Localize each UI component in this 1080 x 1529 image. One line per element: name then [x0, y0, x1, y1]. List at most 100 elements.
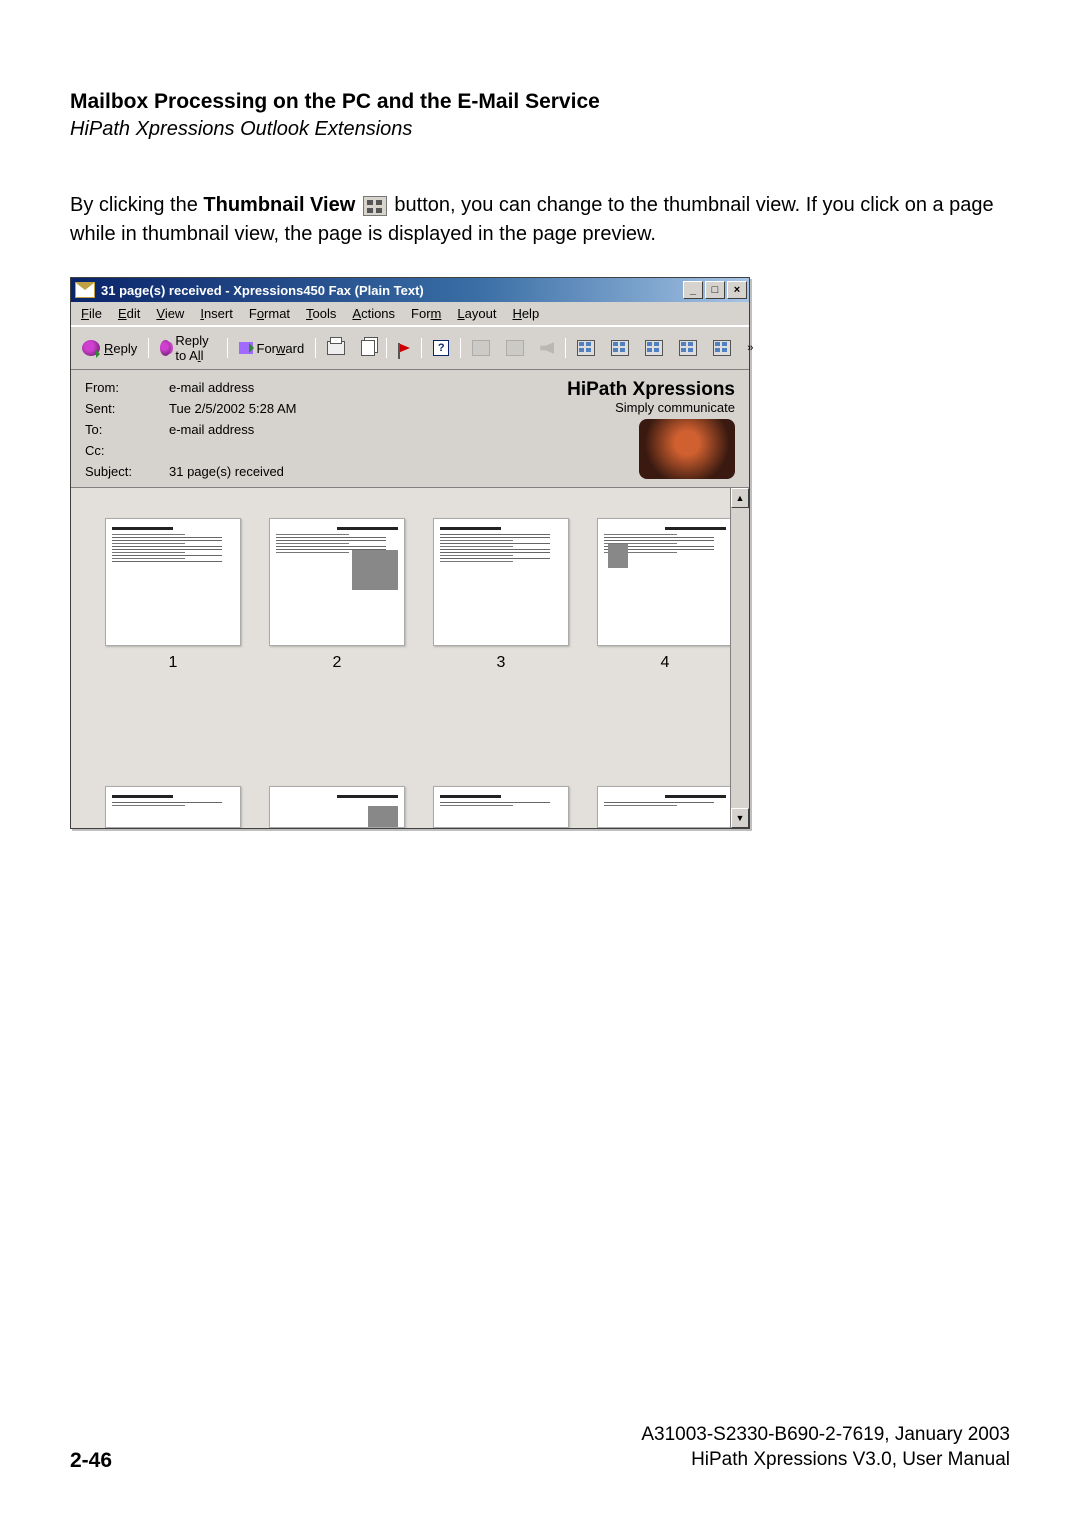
- copy-icon: [361, 340, 375, 356]
- page-thumbnail-4[interactable]: [597, 518, 733, 646]
- from-value: e-mail address: [169, 380, 296, 395]
- page-number: 2-46: [70, 1449, 112, 1473]
- thumb-label: 1: [169, 654, 178, 672]
- menu-tools[interactable]: Tools: [302, 305, 340, 322]
- to-label: To:: [85, 422, 145, 437]
- subject-value: 31 page(s) received: [169, 464, 296, 479]
- titlebar: 31 page(s) received - Xpressions450 Fax …: [71, 278, 749, 302]
- menubar: File Edit View Insert Format Tools Actio…: [71, 302, 749, 326]
- scroll-up-button[interactable]: ▲: [731, 488, 749, 508]
- scrollbar[interactable]: ▲ ▼: [730, 488, 749, 828]
- brand-image: [639, 419, 735, 479]
- document-page: Mailbox Processing on the PC and the E-M…: [0, 0, 1080, 1529]
- maximize-button[interactable]: □: [705, 281, 725, 299]
- scroll-down-button[interactable]: ▼: [731, 808, 749, 828]
- thumbnail-tool-2[interactable]: [604, 337, 636, 359]
- print-icon: [327, 341, 345, 355]
- thumbnail-view-icon: [363, 196, 387, 216]
- menu-edit[interactable]: Edit: [114, 305, 144, 322]
- page-thumbnail-1[interactable]: [105, 518, 241, 646]
- toolbar-separator: [565, 338, 566, 358]
- cc-label: Cc:: [85, 443, 145, 458]
- reply-button[interactable]: Reply: [75, 337, 144, 359]
- thumb-col[interactable]: 1: [105, 518, 241, 828]
- menu-form[interactable]: Form: [407, 305, 445, 322]
- thumbnail-view-term: Thumbnail View: [203, 194, 355, 216]
- speaker-icon: [540, 342, 554, 354]
- message-fields: From: e-mail address Sent: Tue 2/5/2002 …: [85, 380, 296, 479]
- section-subheading: HiPath Xpressions Outlook Extensions: [70, 118, 1010, 141]
- zoom-out-icon: [713, 340, 731, 356]
- toolbar-separator: [148, 338, 149, 358]
- sent-value: Tue 2/5/2002 5:28 AM: [169, 401, 296, 416]
- menu-help[interactable]: Help: [508, 305, 543, 322]
- toolbar-separator: [227, 338, 228, 358]
- copy-button[interactable]: [354, 337, 382, 359]
- window-title: 31 page(s) received - Xpressions450 Fax …: [101, 283, 424, 298]
- message-header: From: e-mail address Sent: Tue 2/5/2002 …: [71, 370, 749, 487]
- thumb-label: 3: [497, 654, 506, 672]
- toolbar-separator: [386, 338, 387, 358]
- tool-disabled-3: [533, 339, 561, 357]
- message-header-wrap: From: e-mail address Sent: Tue 2/5/2002 …: [71, 370, 749, 487]
- thumbnail-icon: [611, 340, 629, 356]
- flag-icon: [398, 343, 410, 353]
- cc-value: [169, 443, 296, 458]
- from-label: From:: [85, 380, 145, 395]
- page-thumbnail-6[interactable]: [269, 786, 405, 828]
- page-footer: 2-46 A31003-S2330-B690-2-7619, January 2…: [70, 1422, 1010, 1473]
- close-button[interactable]: ×: [727, 281, 747, 299]
- section-heading: Mailbox Processing on the PC and the E-M…: [70, 90, 1010, 114]
- help-icon: ?: [433, 340, 449, 356]
- zoom-out-button[interactable]: [706, 337, 738, 359]
- outlook-window: 31 page(s) received - Xpressions450 Fax …: [70, 277, 750, 829]
- toolbar-separator: [421, 338, 422, 358]
- doc-id: A31003-S2330-B690-2-7619, January 2003: [641, 1422, 1010, 1448]
- thumb-second-row: [105, 786, 733, 828]
- menu-view[interactable]: View: [152, 305, 188, 322]
- menu-file[interactable]: File: [77, 305, 106, 322]
- thumb-label: 2: [333, 654, 342, 672]
- help-button[interactable]: ?: [426, 337, 456, 359]
- page-thumbnail-5[interactable]: [105, 786, 241, 828]
- zoom-in-icon: [679, 340, 697, 356]
- page-thumbnail-7[interactable]: [433, 786, 569, 828]
- forward-button[interactable]: Forward: [232, 338, 312, 359]
- forward-icon: [239, 342, 253, 354]
- toolbar-overflow[interactable]: »: [740, 339, 760, 357]
- menu-layout[interactable]: Layout: [453, 305, 500, 322]
- brand-subtitle: Simply communicate: [567, 401, 735, 415]
- thumb-col[interactable]: 2: [269, 518, 405, 828]
- body-paragraph: By clicking the Thumbnail View button, y…: [70, 191, 1010, 249]
- page-icon: [506, 340, 524, 356]
- brand-block: HiPath Xpressions Simply communicate: [567, 380, 735, 479]
- menu-actions[interactable]: Actions: [348, 305, 399, 322]
- toolbar-separator: [315, 338, 316, 358]
- sent-label: Sent:: [85, 401, 145, 416]
- zoom-in-button[interactable]: [672, 337, 704, 359]
- pencil-icon: [472, 340, 490, 356]
- tool-disabled-1: [465, 337, 497, 359]
- reply-label: Reply: [104, 341, 137, 356]
- thumbnail-tool-1[interactable]: [570, 337, 602, 359]
- page-thumbnail-3[interactable]: [433, 518, 569, 646]
- reply-all-icon: [160, 340, 171, 356]
- thumb-col[interactable]: 4: [597, 518, 733, 828]
- thumbnail-tool-3[interactable]: [638, 337, 670, 359]
- menu-format[interactable]: Format: [245, 305, 294, 322]
- flag-button[interactable]: [391, 340, 417, 356]
- brand-title: HiPath Xpressions: [567, 380, 735, 401]
- reply-all-label: Reply to All: [175, 333, 215, 363]
- thumbnail-icon: [577, 340, 595, 356]
- print-button[interactable]: [320, 338, 352, 358]
- page-thumbnail-8[interactable]: [597, 786, 733, 828]
- thumbnail-area: 1 2 3: [71, 487, 749, 828]
- thumb-col[interactable]: 3: [433, 518, 569, 828]
- to-value: e-mail address: [169, 422, 296, 437]
- minimize-button[interactable]: _: [683, 281, 703, 299]
- page-thumbnail-2[interactable]: [269, 518, 405, 646]
- reply-all-button[interactable]: Reply to All: [153, 330, 222, 366]
- doc-ref: HiPath Xpressions V3.0, User Manual: [641, 1447, 1010, 1473]
- forward-label: Forward: [257, 341, 305, 356]
- menu-insert[interactable]: Insert: [196, 305, 237, 322]
